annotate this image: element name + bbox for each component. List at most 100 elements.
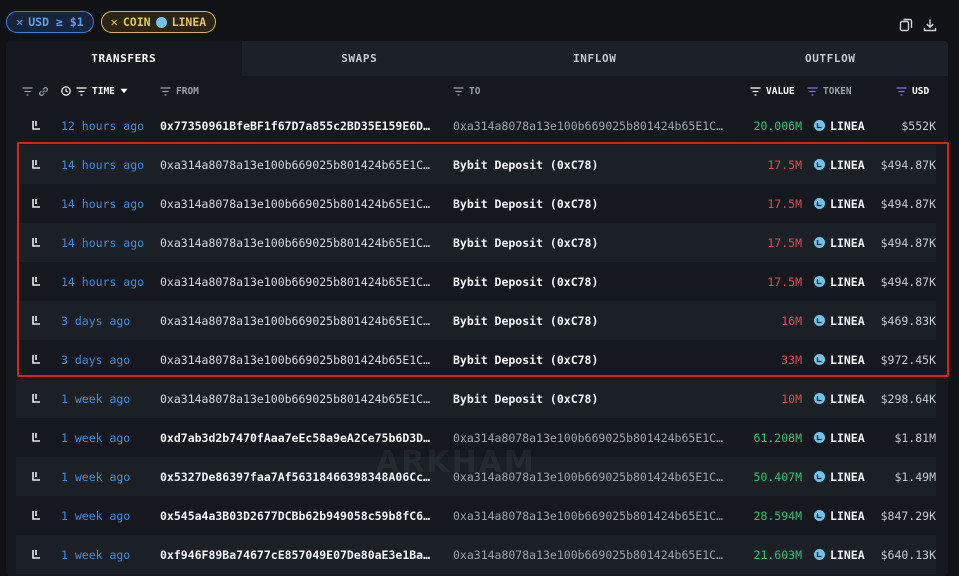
remove-filter-icon[interactable]: ✕: [111, 15, 118, 29]
table-row[interactable]: 12 hours ago 0x77350961BfeBF1f67D7a855c2B…: [16, 106, 936, 145]
header-time-label: TIME: [92, 85, 115, 97]
row-to-address[interactable]: Bybit Deposit (0xC78): [453, 379, 743, 418]
transfer-link-icon[interactable]: [31, 535, 45, 574]
row-time[interactable]: 3 days ago: [61, 340, 161, 379]
row-from-address[interactable]: 0xf946F89Ba74677cE857049E07De80aE3e1Ba…: [160, 535, 446, 574]
row-to-address[interactable]: Bybit Deposit (0xC78): [453, 301, 743, 340]
row-from-address[interactable]: 0xa314a8078a13e100b669025b801424b65E1C…: [160, 301, 446, 340]
table-row[interactable]: 1 week ago 0x545a4a3B03D2677DCBb62b949058…: [16, 496, 936, 535]
header-usd[interactable]: USD: [896, 76, 929, 106]
row-value: 33M: [781, 352, 802, 367]
row-time[interactable]: 1 week ago: [61, 457, 161, 496]
linea-coin-icon: [814, 159, 825, 170]
row-to-address[interactable]: 0xa314a8078a13e100b669025b801424b65E1C…: [453, 496, 743, 535]
row-usd: $469.83K: [880, 313, 936, 328]
header-token-label: TOKEN: [823, 85, 852, 97]
filter-icon[interactable]: [750, 86, 761, 96]
row-value: 10M: [781, 391, 802, 406]
tab-outflow[interactable]: OUTFLOW: [713, 41, 949, 76]
row-time[interactable]: 1 week ago: [61, 418, 161, 457]
row-time[interactable]: 14 hours ago: [61, 145, 161, 184]
filter-chip-coin-name: LINEA: [171, 15, 207, 29]
transfer-link-icon[interactable]: [31, 184, 45, 223]
filter-icon[interactable]: [453, 86, 464, 96]
row-from-address[interactable]: 0xa314a8078a13e100b669025b801424b65E1C…: [160, 223, 446, 262]
filter-icon[interactable]: [160, 86, 171, 96]
row-time[interactable]: 12 hours ago: [61, 106, 161, 145]
linea-coin-icon: [814, 549, 825, 560]
filter-icon[interactable]: [896, 86, 907, 96]
transfer-link-icon[interactable]: [31, 418, 45, 457]
row-time[interactable]: 1 week ago: [61, 535, 161, 574]
row-to-address[interactable]: Bybit Deposit (0xC78): [453, 223, 743, 262]
row-value: 50.407M: [753, 469, 802, 484]
row-usd: $640.13K: [880, 547, 936, 562]
table-row[interactable]: 14 hours ago 0xa314a8078a13e100b669025b80…: [16, 262, 936, 301]
linea-coin-icon: [814, 354, 825, 365]
table-row[interactable]: 14 hours ago 0xa314a8078a13e100b669025b80…: [16, 223, 936, 262]
transfer-link-icon[interactable]: [31, 223, 45, 262]
row-from-address[interactable]: 0xa314a8078a13e100b669025b801424b65E1C…: [160, 262, 446, 301]
row-time[interactable]: 1 week ago: [61, 496, 161, 535]
linea-coin-icon: [814, 432, 825, 443]
row-to-address[interactable]: Bybit Deposit (0xC78): [453, 340, 743, 379]
row-value: 17.5M: [767, 274, 802, 289]
linea-coin-icon: [814, 393, 825, 404]
row-time[interactable]: 3 days ago: [61, 301, 161, 340]
transfer-link-icon[interactable]: [31, 145, 45, 184]
row-from-address[interactable]: 0x77350961BfeBF1f67D7a855c2BD35E159E6D…: [160, 106, 446, 145]
filter-icon[interactable]: [807, 86, 818, 96]
tab-transfers[interactable]: TRANSFERS: [6, 41, 242, 76]
table-row[interactable]: 3 days ago 0xa314a8078a13e100b669025b8014…: [16, 340, 936, 379]
row-time[interactable]: 14 hours ago: [61, 184, 161, 223]
header-value[interactable]: VALUE: [750, 76, 795, 106]
table-row[interactable]: 1 week ago 0xf946F89Ba74677cE857049E07De8…: [16, 535, 936, 574]
filter-chip-coin[interactable]: ✕ COIN LINEA: [100, 11, 217, 33]
header-time[interactable]: TIME: [61, 76, 128, 106]
transfer-link-icon[interactable]: [31, 379, 45, 418]
link-icon[interactable]: [38, 86, 49, 97]
header-from[interactable]: FROM: [160, 76, 199, 106]
remove-filter-icon[interactable]: ✕: [16, 15, 23, 29]
copy-icon[interactable]: [899, 18, 913, 32]
row-time[interactable]: 14 hours ago: [61, 262, 161, 301]
row-to-address[interactable]: Bybit Deposit (0xC78): [453, 262, 743, 301]
row-from-address[interactable]: 0xa314a8078a13e100b669025b801424b65E1C…: [160, 184, 446, 223]
row-value: 21.603M: [753, 547, 802, 562]
row-time[interactable]: 14 hours ago: [61, 223, 161, 262]
transfer-link-icon[interactable]: [31, 301, 45, 340]
transfer-link-icon[interactable]: [31, 106, 45, 145]
table-row[interactable]: 14 hours ago 0xa314a8078a13e100b669025b80…: [16, 145, 936, 184]
header-controls: [22, 76, 49, 106]
table-row[interactable]: 14 hours ago 0xa314a8078a13e100b669025b80…: [16, 184, 936, 223]
linea-coin-icon: [155, 16, 167, 28]
row-from-address[interactable]: 0xa314a8078a13e100b669025b801424b65E1C…: [160, 145, 446, 184]
transfer-link-icon[interactable]: [31, 496, 45, 535]
transfer-link-icon[interactable]: [31, 340, 45, 379]
header-to[interactable]: TO: [453, 76, 480, 106]
tab-inflow[interactable]: INFLOW: [477, 41, 713, 76]
download-icon[interactable]: [923, 18, 937, 32]
filter-icon[interactable]: [76, 86, 87, 96]
sort-desc-icon[interactable]: [120, 88, 128, 94]
table-row[interactable]: 1 week ago 0xa314a8078a13e100b669025b8014…: [16, 379, 936, 418]
row-to-address[interactable]: Bybit Deposit (0xC78): [453, 145, 743, 184]
header-token[interactable]: TOKEN: [807, 76, 852, 106]
linea-coin-icon: [814, 198, 825, 209]
transfers-panel: TRANSFERS SWAPS INFLOW OUTFLOW TIME FROM…: [6, 41, 948, 576]
tab-swaps[interactable]: SWAPS: [242, 41, 478, 76]
row-time[interactable]: 1 week ago: [61, 379, 161, 418]
table-row[interactable]: 3 days ago 0xa314a8078a13e100b669025b8014…: [16, 301, 936, 340]
row-from-address[interactable]: 0xa314a8078a13e100b669025b801424b65E1C…: [160, 379, 446, 418]
transfer-link-icon[interactable]: [31, 457, 45, 496]
filter-chip-label: USD ≥ $1: [28, 15, 84, 29]
filter-chip-usd[interactable]: ✕ USD ≥ $1: [6, 11, 94, 33]
row-usd: $494.87K: [880, 274, 936, 289]
row-to-address[interactable]: Bybit Deposit (0xC78): [453, 184, 743, 223]
row-to-address[interactable]: 0xa314a8078a13e100b669025b801424b65E1C…: [453, 535, 743, 574]
row-from-address[interactable]: 0xa314a8078a13e100b669025b801424b65E1C…: [160, 340, 446, 379]
filter-icon[interactable]: [22, 86, 33, 96]
row-from-address[interactable]: 0x545a4a3B03D2677DCBb62b949058c59b8fC6…: [160, 496, 446, 535]
row-to-address[interactable]: 0xa314a8078a13e100b669025b801424b65E1C…: [453, 106, 743, 145]
transfer-link-icon[interactable]: [31, 262, 45, 301]
